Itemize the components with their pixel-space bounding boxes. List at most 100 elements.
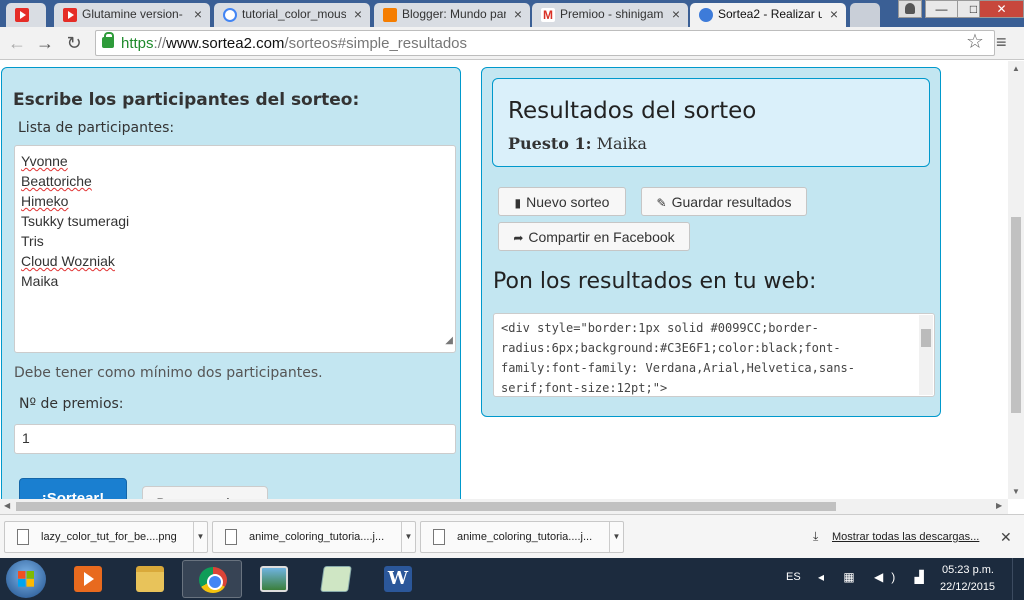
taskbar-media-player[interactable]	[58, 560, 118, 598]
participant-line: Yvonne	[21, 151, 449, 171]
bookmark-star-icon[interactable]: ☆	[966, 29, 984, 54]
taskbar-word[interactable]: W	[368, 560, 428, 598]
participants-list-label: Lista de participantes:	[18, 120, 175, 136]
download-filename: lazy_color_tut_for_be....png	[41, 531, 177, 543]
close-icon[interactable]: ×	[194, 6, 202, 22]
download-item[interactable]: anime_coloring_tutoria....j... ▼	[212, 521, 416, 553]
photo-viewer-icon	[260, 566, 288, 592]
vertical-scroll-thumb[interactable]	[1011, 217, 1021, 413]
tab-blogger[interactable]: Blogger: Mundo para ×	[374, 3, 530, 27]
url-scheme: https	[121, 35, 154, 52]
draw-button[interactable]: ¡Sortear!	[19, 478, 127, 499]
participant-name: Tris	[21, 233, 44, 249]
scroll-right-arrow-icon[interactable]: ▶	[996, 501, 1002, 510]
participant-line: Beattoriche	[21, 171, 449, 191]
tab-youtube-pinned[interactable]	[6, 3, 46, 27]
language-indicator[interactable]: ES	[786, 571, 801, 583]
page-vertical-scrollbar[interactable]: ▲ ▼	[1008, 61, 1024, 499]
prizes-label: Nº de premios:	[19, 396, 124, 412]
url-host: www.sortea2.com	[166, 35, 285, 52]
participant-line: Tsukky tsumeragi	[21, 211, 449, 231]
close-icon[interactable]: ×	[354, 6, 362, 22]
user-profile-icon[interactable]	[898, 0, 922, 18]
close-icon[interactable]: ×	[514, 6, 522, 22]
chevron-down-icon[interactable]: ▼	[609, 522, 623, 552]
close-icon[interactable]: ×	[830, 6, 838, 22]
file-icon	[225, 529, 237, 545]
clear-names-button[interactable]: Borrar nombres	[142, 486, 268, 499]
participant-name: Yvonne	[21, 153, 68, 169]
taskbar-notes[interactable]	[306, 560, 366, 598]
results-title: Resultados del sorteo	[508, 98, 757, 124]
embed-code-textarea[interactable]: <div style="border:1px solid #0099CC;bor…	[493, 313, 935, 397]
embed-heading: Pon los resultados en tu web:	[493, 269, 817, 294]
tab-gmail-premioo[interactable]: M Premioo - shinigamis ×	[532, 3, 688, 27]
new-draw-button[interactable]: ▮ Nuevo sorteo	[498, 187, 626, 216]
tab-glutamine[interactable]: Glutamine version- To ×	[54, 3, 210, 27]
tab-title: Glutamine version- To	[82, 7, 186, 21]
forward-arrow-icon[interactable]: →	[33, 31, 57, 55]
participant-name: Himeko	[21, 193, 69, 209]
download-item[interactable]: lazy_color_tut_for_be....png ▼	[4, 521, 208, 553]
embed-code-text: <div style="border:1px solid #0099CC;bor…	[501, 321, 856, 395]
tab-tutorial-color-mouse[interactable]: tutorial_color_mouse_ ×	[214, 3, 370, 27]
reload-icon[interactable]: ↻	[62, 31, 86, 55]
prizes-input[interactable]: 1	[14, 424, 456, 454]
file-icon	[17, 529, 29, 545]
new-tab-button[interactable]	[850, 3, 880, 27]
address-bar[interactable]: https://www.sortea2.com/sorteos#simple_r…	[95, 30, 995, 56]
back-arrow-icon[interactable]: ←	[5, 31, 29, 55]
lock-icon	[102, 32, 114, 48]
taskbar-photo-viewer[interactable]	[244, 560, 304, 598]
media-player-icon	[74, 566, 102, 592]
download-filename: anime_coloring_tutoria....j...	[249, 531, 385, 543]
start-button[interactable]	[6, 560, 46, 598]
participant-line: Cloud Wozniak	[21, 251, 449, 271]
result-winner: Maika	[596, 134, 647, 153]
minimize-button[interactable]: —	[925, 0, 958, 18]
participants-textarea[interactable]: Yvonne Beattoriche Himeko Tsukky tsumeragi T…	[14, 145, 456, 353]
chrome-icon	[199, 567, 227, 593]
resize-handle-icon[interactable]: ◢	[445, 331, 453, 351]
embed-scrollbar[interactable]	[919, 315, 933, 395]
taskbar: W ES ◂ ▦ ◀) ▟ 05:23 p.m. 22/12/2015	[0, 558, 1024, 600]
participants-heading: Escribe los participantes del sorteo:	[13, 90, 360, 110]
new-draw-label: Nuevo sorteo	[526, 194, 610, 210]
clock-time[interactable]: 05:23 p.m.	[942, 564, 994, 576]
chevron-down-icon[interactable]: ▼	[401, 522, 415, 552]
tab-sortea2[interactable]: Sortea2 - Realizar un ×	[690, 3, 846, 27]
participant-line: Tris	[21, 231, 449, 251]
close-icon[interactable]: ✕	[1000, 529, 1012, 546]
taskbar-file-explorer[interactable]	[120, 560, 180, 598]
scroll-left-arrow-icon[interactable]: ◀	[4, 501, 10, 510]
scroll-down-arrow-icon[interactable]: ▼	[1012, 487, 1020, 496]
gmail-icon: M	[541, 8, 555, 22]
participant-name: Beattoriche	[21, 173, 92, 189]
save-results-label: Guardar resultados	[671, 194, 792, 210]
youtube-icon	[63, 8, 77, 22]
url-separator: ://	[153, 35, 167, 52]
system-tray[interactable]: ◂ ▦ ◀) ▟	[818, 570, 932, 584]
sortea2-icon	[699, 8, 713, 22]
edit-icon: ✎	[656, 196, 667, 210]
show-desktop-button[interactable]	[1012, 558, 1024, 600]
clock-date[interactable]: 22/12/2015	[940, 581, 995, 593]
show-all-downloads-link[interactable]: Mostrar todas las descargas...	[832, 531, 979, 543]
window-close-button[interactable]: ✕	[979, 0, 1024, 18]
download-item[interactable]: anime_coloring_tutoria....j... ▼	[420, 521, 624, 553]
download-icon: ⤓	[813, 529, 819, 543]
taskbar-chrome[interactable]	[182, 560, 242, 598]
results-box: Resultados del sorteo Puesto 1: Maika	[492, 78, 930, 167]
share-facebook-button[interactable]: ➦ Compartir en Facebook	[498, 222, 690, 251]
menu-hamburger-icon[interactable]: ≡	[996, 32, 1007, 53]
embed-scroll-thumb[interactable]	[921, 329, 931, 347]
chevron-down-icon[interactable]: ▼	[193, 522, 207, 552]
horizontal-scroll-thumb[interactable]	[16, 502, 836, 511]
participants-panel: Escribe los participantes del sorteo: Li…	[1, 67, 461, 499]
close-icon[interactable]: ×	[672, 6, 680, 22]
download-shelf: lazy_color_tut_for_be....png ▼ anime_col…	[0, 514, 1024, 558]
file-icon: ▮	[514, 196, 522, 210]
save-results-button[interactable]: ✎ Guardar resultados	[641, 187, 807, 216]
scroll-up-arrow-icon[interactable]: ▲	[1012, 64, 1020, 73]
page-horizontal-scrollbar[interactable]: ◀ ▶	[0, 499, 1008, 514]
